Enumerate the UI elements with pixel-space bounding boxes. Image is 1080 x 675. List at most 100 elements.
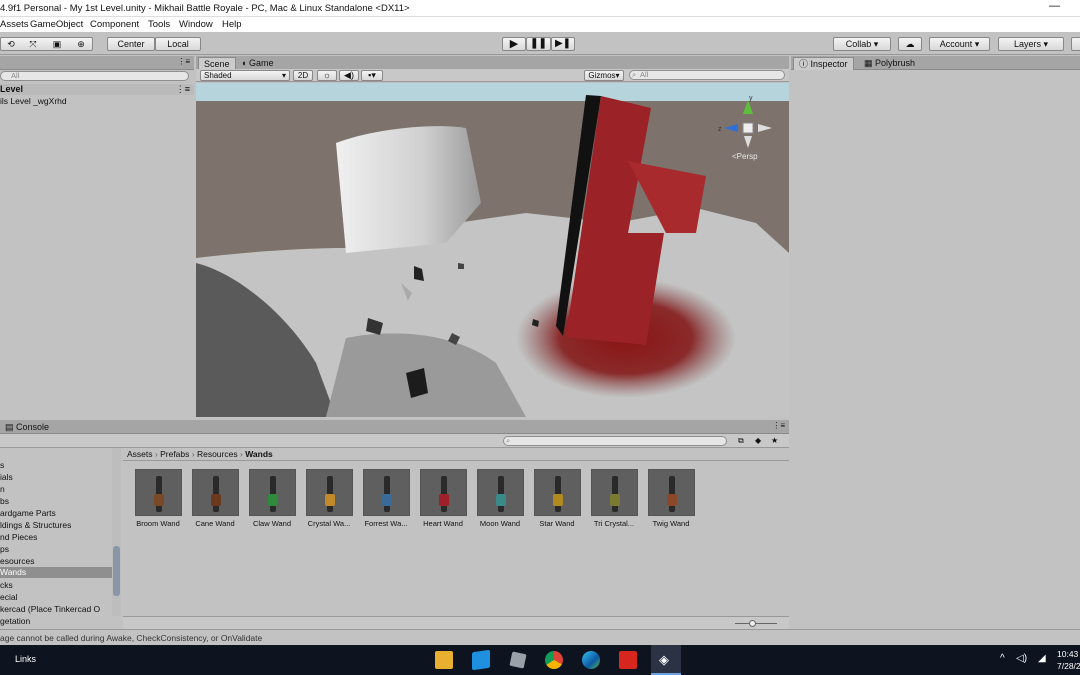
folder-item[interactable]: cks xyxy=(0,580,13,590)
chrome-icon[interactable] xyxy=(545,651,563,669)
breadcrumb-wands[interactable]: Wands xyxy=(245,449,273,459)
asset-item[interactable]: Broom Wand xyxy=(133,469,183,528)
edge-icon[interactable] xyxy=(582,651,600,669)
play-button[interactable]: ▶ xyxy=(502,37,526,51)
menu-component[interactable]: Component xyxy=(90,19,139,30)
menu-assets[interactable]: Assets xyxy=(0,19,29,30)
scene-viewport[interactable]: z y xyxy=(196,83,789,417)
chevron-up-icon[interactable]: ^ xyxy=(1000,653,1005,664)
scene-menu-icon[interactable]: ⋮≡ xyxy=(176,84,190,95)
hierarchy-search-input[interactable]: All xyxy=(0,71,189,81)
mode-2d-button[interactable]: 2D xyxy=(293,70,313,81)
audio-toggle[interactable]: ◀) xyxy=(339,70,359,81)
scale-tool-icon[interactable]: ⤧ xyxy=(25,38,41,50)
layers-dropdown[interactable]: Layers ▾ xyxy=(998,37,1064,51)
scene-name: Level xyxy=(0,84,24,94)
asset-item[interactable]: Tri Crystal... xyxy=(589,469,639,528)
shading-mode-dropdown[interactable]: Shaded ▾ xyxy=(200,70,290,81)
persp-label[interactable]: <Persp xyxy=(732,152,758,161)
folder-item[interactable]: ecial xyxy=(0,592,17,602)
status-message[interactable]: age cannot be called during Awake, Check… xyxy=(0,633,262,643)
folder-scrollbar[interactable] xyxy=(112,448,121,616)
folder-item[interactable]: nd Pieces xyxy=(0,532,37,542)
folder-item[interactable]: s xyxy=(0,460,4,470)
wand-preview-icon xyxy=(267,476,278,512)
folder-item[interactable]: ials xyxy=(0,472,13,482)
folder-item[interactable]: kercad (Place Tinkercad O xyxy=(0,604,100,614)
roblox-icon[interactable] xyxy=(509,651,527,669)
panel-menu-icon[interactable]: ⋮≡ xyxy=(772,421,785,430)
volume-icon[interactable]: ◁) xyxy=(1016,653,1027,664)
scrollbar-thumb[interactable] xyxy=(113,546,120,596)
asset-item[interactable]: Claw Wand xyxy=(247,469,297,528)
tab-polybrush[interactable]: ▦ Polybrush xyxy=(859,57,920,70)
project-search-input[interactable]: ⌕ xyxy=(503,436,727,446)
tab-console[interactable]: ▤ Console xyxy=(0,421,54,434)
asset-item[interactable]: Moon Wand xyxy=(475,469,525,528)
breadcrumb-prefabs[interactable]: Prefabs xyxy=(160,449,189,459)
svg-text:z: z xyxy=(718,126,722,133)
breadcrumb-assets[interactable]: Assets xyxy=(127,449,153,459)
minimize-button[interactable]: — xyxy=(1049,0,1060,12)
folder-item[interactable]: ardgame Parts xyxy=(0,508,56,518)
folder-item[interactable]: ldings & Structures xyxy=(0,520,71,530)
asset-item[interactable]: Forrest Wa... xyxy=(361,469,411,528)
asset-label: Forrest Wa... xyxy=(364,519,408,528)
network-icon[interactable]: ◢ xyxy=(1038,653,1046,664)
collab-button[interactable]: Collab ▾ xyxy=(833,37,891,51)
rotate-tool-icon[interactable]: ⟲ xyxy=(3,38,19,50)
asset-item[interactable]: Heart Wand xyxy=(418,469,468,528)
taskbar: Links ◈ ^ ◁) ◢ 10:43 7/28/2 xyxy=(0,645,1080,675)
folder-item[interactable]: ps xyxy=(0,544,9,554)
folder-item-selected[interactable]: Wands xyxy=(0,567,112,578)
folder-item[interactable]: bs xyxy=(0,496,9,506)
scene-search-input[interactable]: ⌕ All xyxy=(629,70,785,80)
scene-header[interactable]: Level ⋮≡ xyxy=(0,84,194,95)
microsoft-store-icon[interactable] xyxy=(472,649,490,671)
folder-item[interactable]: esources xyxy=(0,556,35,566)
panel-menu-icon[interactable]: ⋮≡ xyxy=(177,57,190,66)
filter-label-icon[interactable]: ◆ xyxy=(755,436,761,445)
transform-tools: ⟲ ⤧ ▣ ⊕ xyxy=(0,37,93,51)
pivot-local-button[interactable]: Local xyxy=(155,37,201,51)
cloud-button[interactable]: ☁ xyxy=(898,37,922,51)
hierarchy-item[interactable]: ils Level _wgXrhd xyxy=(0,96,67,106)
asset-item[interactable]: Star Wand xyxy=(532,469,582,528)
clock-time[interactable]: 10:43 xyxy=(1057,649,1078,659)
folder-item[interactable]: n xyxy=(0,484,5,494)
tab-inspector[interactable]: ⓘ Inspector xyxy=(793,57,854,70)
project-toolbar: ⌕ ⧉ ◆ ★ xyxy=(0,434,789,448)
breadcrumb-resources[interactable]: Resources xyxy=(197,449,238,459)
zoom-slider-track[interactable] xyxy=(735,623,777,624)
asset-item[interactable]: Twig Wand xyxy=(646,469,696,528)
favorite-icon[interactable]: ★ xyxy=(771,436,778,445)
links-toolbar[interactable]: Links xyxy=(15,654,36,664)
pivot-center-button[interactable]: Center xyxy=(107,37,155,51)
rect-tool-icon[interactable]: ▣ xyxy=(49,38,65,50)
folder-item[interactable]: getation xyxy=(0,616,30,626)
menu-gameobject[interactable]: GameObject xyxy=(30,19,83,30)
pause-button[interactable]: ❚❚ xyxy=(526,37,551,51)
menu-help[interactable]: Help xyxy=(222,19,242,30)
gizmos-dropdown[interactable]: Gizmos▾ xyxy=(584,70,624,81)
menu-tools[interactable]: Tools xyxy=(148,19,170,30)
account-label: Account xyxy=(939,39,973,49)
transform-tool-icon[interactable]: ⊕ xyxy=(73,38,89,50)
clock-date[interactable]: 7/28/2 xyxy=(1057,661,1080,671)
step-button[interactable]: ▶❚ xyxy=(551,37,575,51)
lighting-toggle[interactable]: ☼ xyxy=(317,70,337,81)
asset-item[interactable]: Crystal Wa... xyxy=(304,469,354,528)
asset-label: Cane Wand xyxy=(195,519,235,528)
asset-item[interactable]: Cane Wand xyxy=(190,469,240,528)
filter-type-icon[interactable]: ⧉ xyxy=(738,436,744,446)
file-explorer-icon[interactable] xyxy=(435,651,453,669)
acrobat-icon[interactable] xyxy=(619,651,637,669)
asset-thumbnail xyxy=(134,469,182,516)
menu-window[interactable]: Window xyxy=(179,19,213,30)
account-dropdown[interactable]: Account ▾ xyxy=(929,37,990,51)
unity-taskbar-button[interactable]: ◈ xyxy=(651,645,681,675)
zoom-slider-thumb[interactable] xyxy=(748,620,756,627)
asset-label: Star Wand xyxy=(539,519,575,528)
effects-dropdown[interactable]: ▪▾ xyxy=(361,70,383,81)
layout-dropdown[interactable] xyxy=(1071,37,1080,51)
